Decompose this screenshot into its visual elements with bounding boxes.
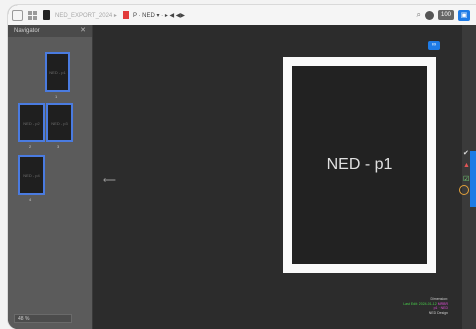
navigator-panel: Navigator ✕ NED - p1 1 NED - p2 2 NED - …: [8, 25, 93, 329]
thumbnail-label: NED - p2: [23, 120, 40, 126]
flag-icon[interactable]: ▲: [463, 162, 470, 169]
thumbnail-label: NED - p1: [49, 70, 66, 76]
page-thumbnail[interactable]: NED - p3: [46, 103, 73, 142]
panel-toggle-button[interactable]: ▣: [458, 9, 470, 21]
page-notes: Dimension: Last Edit: 2024-01-12 MRBR p1…: [403, 297, 448, 315]
search-icon[interactable]: ⌕: [417, 10, 421, 20]
page-label: NED - p1: [292, 66, 427, 264]
info-icon[interactable]: [424, 10, 434, 20]
toolbar-right-group: ⌕ 100 ▣: [417, 9, 470, 21]
right-properties-strip: ✔ ▲ ☑: [459, 25, 476, 329]
thumbnail-label: NED - p3: [51, 120, 68, 126]
checkbox-icon[interactable]: ☑: [463, 175, 469, 183]
notes-line-4: NED Design: [428, 310, 448, 315]
notes-line-2-prefix: Last Edit: 2024-01-12: [403, 301, 437, 306]
document-icon: [43, 10, 50, 20]
page-selector[interactable]: P · NED ▾ · ▸ ◀ ◀▶: [133, 12, 185, 19]
app-window: NED_EXPORT_2024 ▸ P · NED ▾ · ▸ ◀ ◀▶ ⌕ 1…: [8, 5, 476, 329]
arrow-left-icon[interactable]: ⟵: [103, 175, 116, 186]
top-toolbar: NED_EXPORT_2024 ▸ P · NED ▾ · ▸ ◀ ◀▶ ⌕ 1…: [8, 5, 476, 26]
thumbnail-number: 4: [29, 197, 32, 202]
selection-indicator: [470, 151, 476, 207]
color-picker-icon[interactable]: [459, 185, 469, 195]
thumbnail-number: 3: [57, 144, 60, 149]
thumbnail-label: NED - p4: [23, 173, 40, 179]
link-icon[interactable]: ∞: [428, 41, 440, 50]
page-artboard[interactable]: NED - p1: [283, 57, 436, 273]
page-thumbnail[interactable]: NED - p2: [18, 103, 45, 142]
page-color-icon: [122, 11, 129, 19]
thumbnail-number: 2: [29, 144, 32, 149]
page-thumbnail[interactable]: NED - p4: [18, 155, 45, 195]
navigator-title: Navigator: [14, 28, 40, 34]
breadcrumb[interactable]: NED_EXPORT_2024 ▸: [55, 12, 117, 19]
close-icon[interactable]: ✕: [80, 25, 86, 37]
grid-view-icon[interactable]: [28, 10, 37, 20]
navigator-zoom-input[interactable]: 48 %: [14, 314, 72, 323]
back-button[interactable]: [12, 9, 23, 21]
zoom-control[interactable]: 100: [437, 10, 454, 20]
page-thumbnail[interactable]: NED - p1: [45, 52, 70, 92]
check-icon[interactable]: ✔: [463, 149, 469, 157]
thumbnail-number: 1: [55, 94, 58, 99]
notes-line-2-suffix: MRBR: [437, 301, 448, 306]
navigator-header: Navigator ✕: [8, 25, 92, 37]
canvas-area[interactable]: ⟵ ∞ NED - p1 Dimension: Last Edit: 2024-…: [93, 25, 462, 329]
